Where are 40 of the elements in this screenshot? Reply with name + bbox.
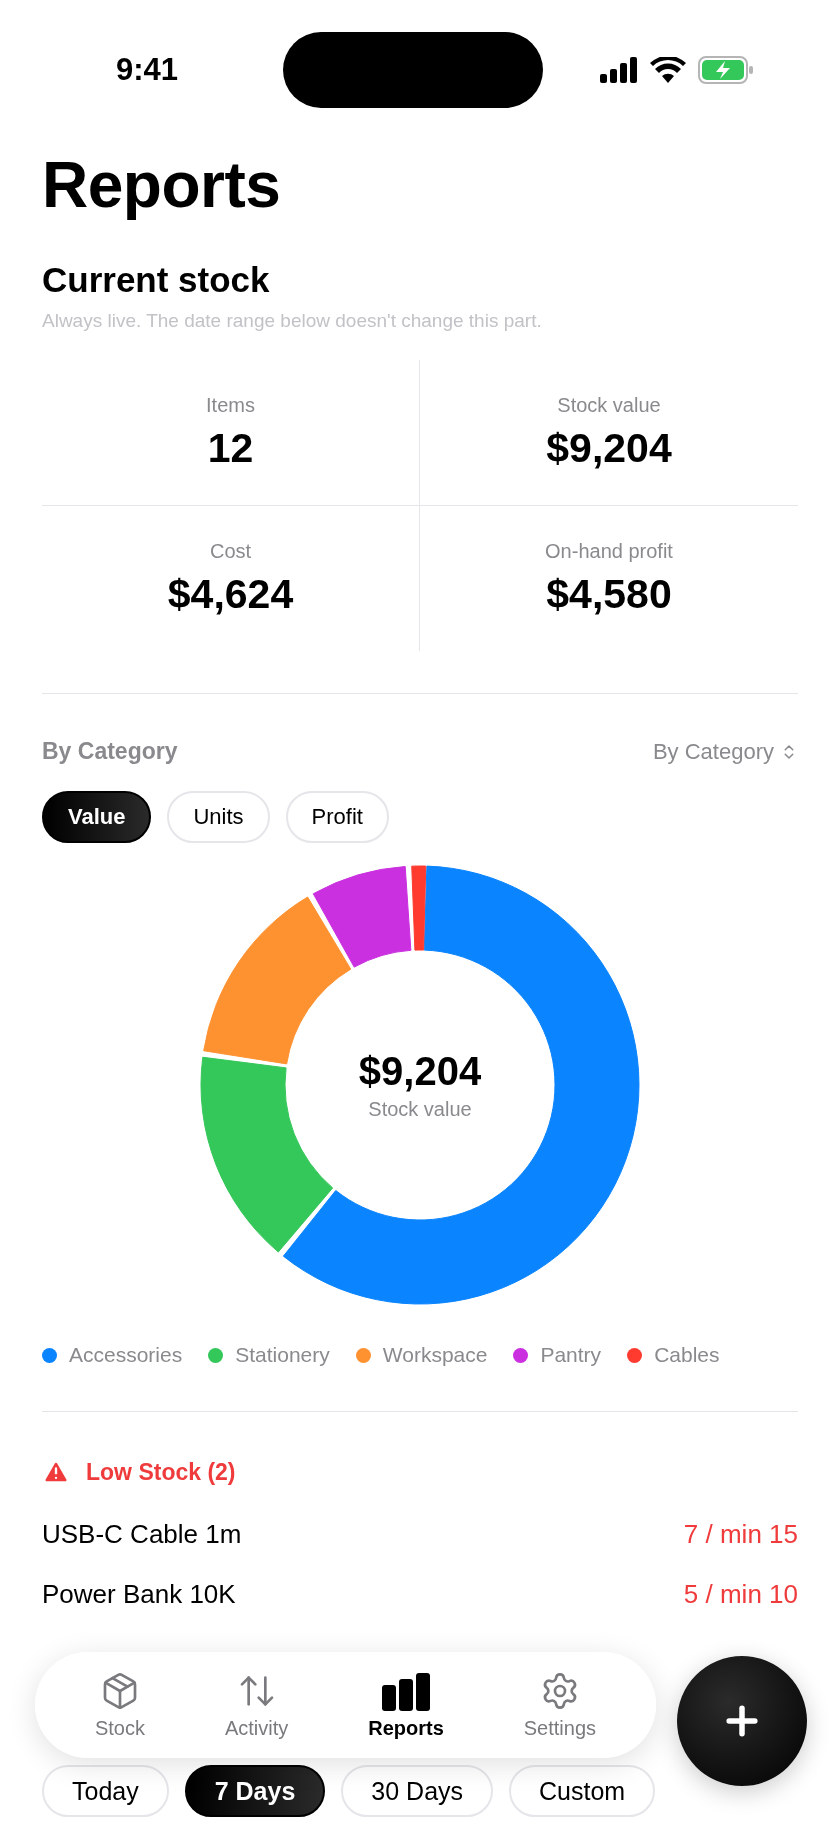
range-chip[interactable]: 7 Days: [184, 1765, 326, 1817]
section-heading: Current stock: [42, 260, 271, 300]
section-note: Always live. The date range below doesn't change this part.: [42, 310, 543, 332]
section-heading: By Category: [42, 738, 178, 765]
legend-label: Workspace: [382, 1343, 488, 1367]
range-chip[interactable]: 30 Days: [341, 1765, 494, 1817]
tab-item[interactable]: Reports: [360, 1666, 452, 1744]
tab-item[interactable]: Settings: [515, 1666, 604, 1744]
metric-label: Cost: [209, 539, 252, 563]
section-heading: Low Stock (2): [86, 1458, 236, 1486]
donut-total: $9,204: [358, 1049, 482, 1094]
bar-chart-icon: [380, 1670, 432, 1711]
legend-label: Pantry: [540, 1343, 602, 1367]
stock-reading: 7 / min 15: [683, 1518, 798, 1550]
page-title: Reports: [42, 148, 282, 222]
metric-value: $9,204: [546, 424, 672, 472]
stock-reading: 5 / min 10: [683, 1578, 798, 1610]
metric-chip[interactable]: Units: [167, 791, 270, 843]
item-name: USB-C Cable 1m: [42, 1518, 242, 1550]
tab-item[interactable]: Stock: [86, 1666, 153, 1744]
legend-label: Accessories: [69, 1343, 183, 1367]
metric-value: 12: [207, 424, 254, 472]
range-chip[interactable]: Today: [42, 1765, 169, 1817]
legend-label: Stationery: [235, 1343, 330, 1367]
wifi-icon: [650, 57, 686, 83]
item-name: Power Bank 10K: [42, 1578, 236, 1610]
metric-chip[interactable]: Profit: [285, 791, 389, 843]
metric-label: Stock value: [557, 393, 661, 417]
metric-value: $4,624: [167, 570, 294, 618]
tab-item[interactable]: Activity: [216, 1666, 297, 1744]
legend-label: Cables: [654, 1343, 720, 1367]
signal-icon: [600, 57, 638, 83]
metric-value: $4,580: [546, 570, 672, 618]
metric-chip[interactable]: Value: [42, 791, 152, 843]
battery-icon: [698, 56, 754, 84]
metric-label: On-hand profit: [545, 539, 673, 563]
status-time: 9:41: [116, 52, 180, 88]
range-chip[interactable]: Custom: [509, 1765, 656, 1817]
metric-label: Items: [206, 393, 255, 417]
donut-caption: Stock value: [368, 1098, 472, 1121]
